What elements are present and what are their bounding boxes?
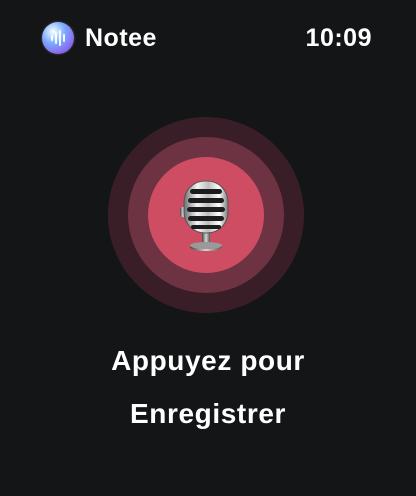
app-name: Notee (85, 24, 157, 52)
watch-screen: Notee 10:09 Appuyez pour Enregistrer (0, 0, 416, 496)
record-button[interactable] (108, 117, 304, 313)
clock: 10:09 (305, 24, 372, 52)
record-prompt-line2: Enregistrer (130, 398, 286, 429)
microphone-icon (176, 179, 236, 255)
record-prompt-line1: Appuyez pour (111, 345, 305, 376)
status-bar: Notee 10:09 (0, 0, 416, 78)
notee-logo-icon (42, 22, 74, 54)
